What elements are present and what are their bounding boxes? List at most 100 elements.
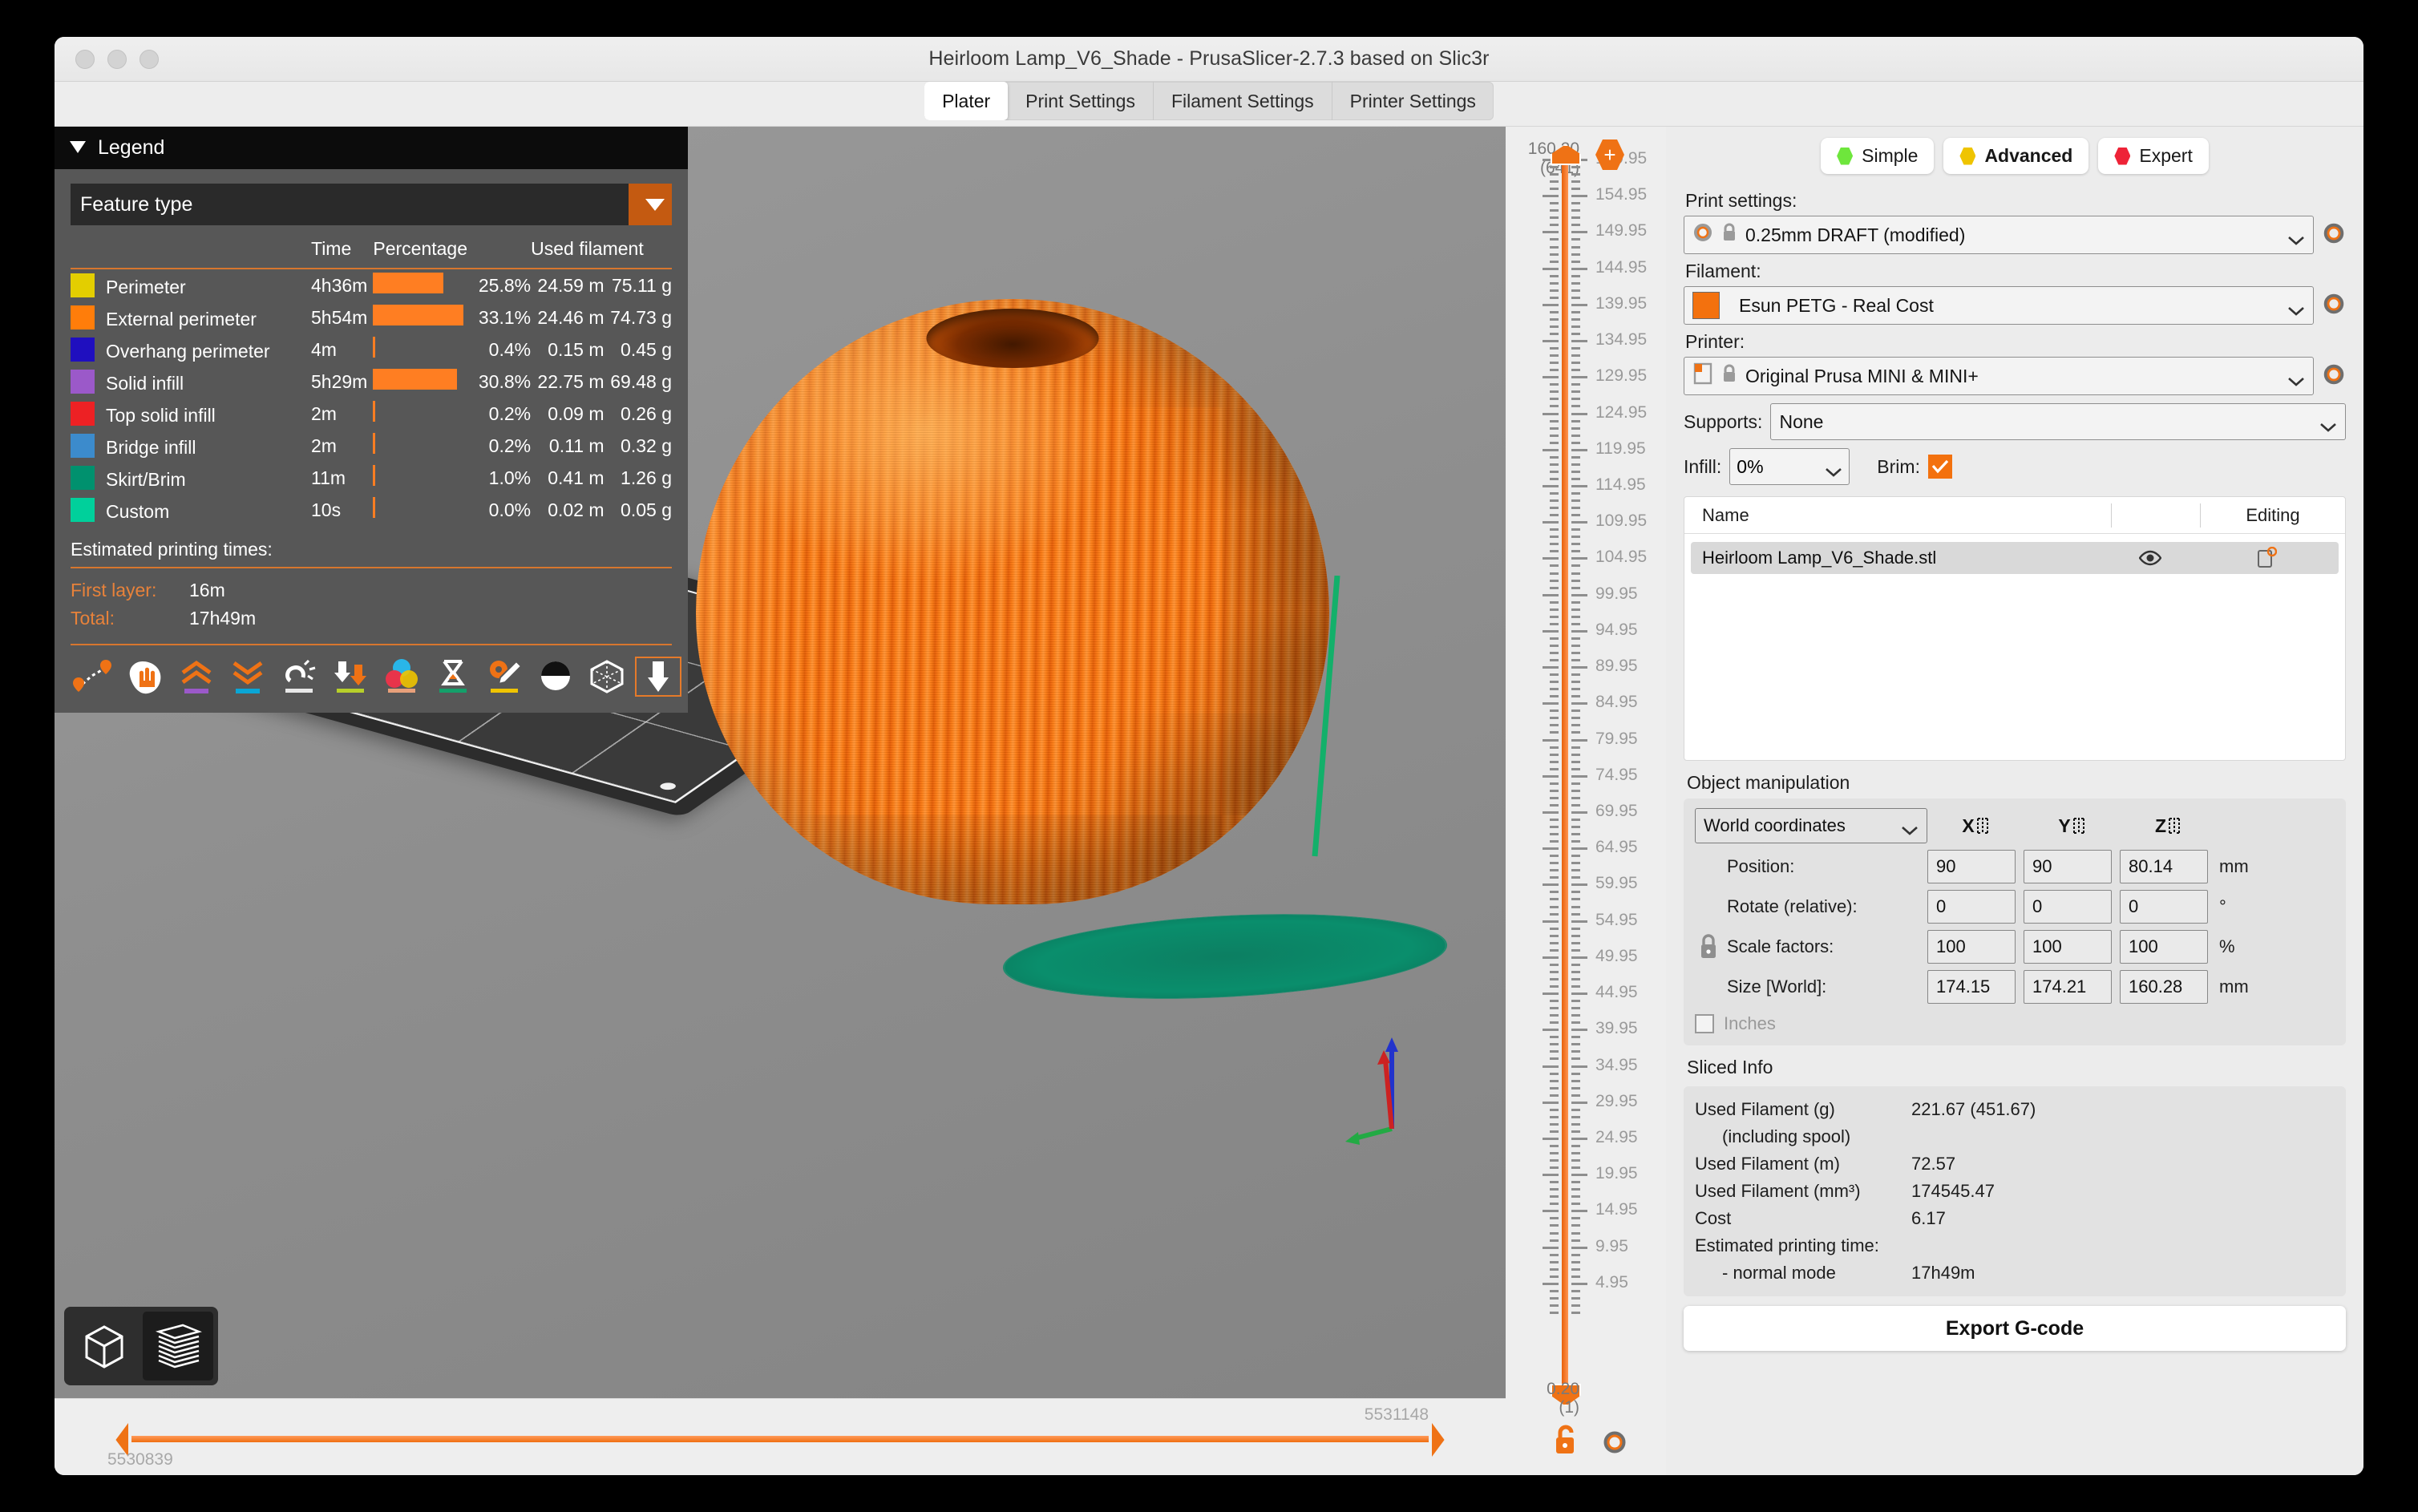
layer-tick: [1550, 637, 1559, 640]
first-layer-label: First layer:: [71, 580, 189, 601]
layer-tick: [1550, 833, 1559, 835]
export-gcode-button[interactable]: Export G-code: [1684, 1306, 2346, 1351]
inches-checkbox[interactable]: [1695, 1014, 1714, 1033]
retractions-icon[interactable]: [123, 658, 167, 695]
chevron-down-icon[interactable]: [1825, 461, 1842, 472]
layer-slider[interactable]: 160.20 (641) 159.95154.95149.95144.95139…: [1506, 127, 1666, 1475]
layer-tick: [1550, 819, 1559, 821]
layer-tick: [1543, 1102, 1559, 1104]
model-object[interactable]: [696, 299, 1329, 904]
layer-tick: [1550, 797, 1559, 799]
coordinate-system-select[interactable]: World coordinates: [1695, 808, 1927, 843]
field-x[interactable]: 100: [1927, 930, 2016, 964]
mode-advanced[interactable]: Advanced: [1943, 138, 2088, 174]
chevron-down-icon[interactable]: [2287, 370, 2305, 382]
filament-gear-icon[interactable]: [2322, 292, 2346, 320]
layer-tick: [1571, 1073, 1580, 1075]
layer-tick: [1571, 659, 1580, 661]
legend-feature-cell: Skirt/Brim: [71, 462, 311, 494]
legend-row[interactable]: Custom10s0.0%0.02 m0.05 g: [71, 494, 672, 526]
legend-row[interactable]: External perimeter5h54m33.1%24.46 m74.73…: [71, 301, 672, 334]
seams-up-icon[interactable]: [175, 658, 218, 695]
field-y[interactable]: 0: [2024, 890, 2112, 924]
tab-plater[interactable]: Plater: [924, 82, 1008, 120]
legend-row[interactable]: Skirt/Brim11m1.0%0.41 m1.26 g: [71, 462, 672, 494]
legend-feature-cell: Custom: [71, 494, 311, 526]
field-x[interactable]: 0: [1927, 890, 2016, 924]
scale-lock-icon[interactable]: [1695, 933, 1722, 960]
legend-nozzle-icon[interactable]: [637, 658, 680, 695]
layer-tick: [1571, 347, 1580, 350]
chevron-down-icon[interactable]: [629, 184, 672, 225]
layer-tick-label: 134.95: [1595, 330, 1647, 350]
layer-tick: [1550, 855, 1559, 857]
gear-icon[interactable]: [1602, 1429, 1628, 1459]
legend-row[interactable]: Overhang perimeter4m0.4%0.15 m0.45 g: [71, 334, 672, 366]
supports-combo[interactable]: None: [1770, 403, 2346, 440]
unlocked-icon[interactable]: [1552, 1423, 1579, 1459]
legend-row[interactable]: Solid infill5h29m30.8%22.75 m69.48 g: [71, 366, 672, 398]
legend-length: 0.09 m: [531, 398, 604, 430]
field-z[interactable]: 0: [2120, 890, 2208, 924]
move-slider[interactable]: 5531148 5530839: [55, 1398, 1506, 1475]
legend-row[interactable]: Bridge infill2m0.2%0.11 m0.32 g: [71, 430, 672, 462]
printer-gear-icon[interactable]: [2322, 362, 2346, 390]
field-y[interactable]: 100: [2024, 930, 2112, 964]
wipe-icon[interactable]: [277, 658, 321, 695]
chevron-down-icon[interactable]: [2287, 300, 2305, 311]
layer-tick-label: 99.95: [1595, 584, 1638, 604]
layer-tick: [1571, 840, 1580, 843]
mode-expert[interactable]: Expert: [2098, 138, 2208, 174]
legend-header[interactable]: Legend: [55, 127, 688, 169]
print-settings-gear-icon[interactable]: [2322, 221, 2346, 249]
table-row[interactable]: Heirloom Lamp_V6_Shade.stl: [1691, 542, 2339, 574]
brim-checkbox[interactable]: [1928, 455, 1952, 479]
tab-printer-settings[interactable]: Printer Settings: [1332, 82, 1494, 120]
eye-icon[interactable]: [2106, 550, 2194, 566]
shells-icon[interactable]: [534, 658, 577, 695]
field-z[interactable]: 160.28: [2120, 970, 2208, 1004]
filament-combo[interactable]: Esun PETG - Real Cost: [1684, 286, 2314, 325]
move-slider-track[interactable]: [131, 1436, 1429, 1442]
mode-simple[interactable]: Simple: [1821, 138, 1934, 174]
field-y[interactable]: 90: [2024, 850, 2112, 883]
chevron-down-icon[interactable]: [1901, 820, 1919, 831]
legend-row[interactable]: Perimeter4h36m25.8%24.59 m75.11 g: [71, 269, 672, 301]
chevron-down-icon[interactable]: [2319, 416, 2337, 427]
collapse-triangle-icon[interactable]: [69, 136, 87, 160]
pause-prints-icon[interactable]: [431, 658, 475, 695]
model-top-opening: [927, 309, 1099, 368]
view-type-select[interactable]: Feature type: [71, 184, 672, 225]
field-x[interactable]: 90: [1927, 850, 2016, 883]
layer-tick: [1543, 304, 1559, 306]
layer-tick: [1550, 1094, 1559, 1097]
layer-tick: [1550, 1304, 1559, 1307]
infill-combo[interactable]: 0%: [1729, 448, 1850, 485]
3d-viewport[interactable]: Legend Feature type: [55, 127, 1506, 1398]
move-slider-right-handle[interactable]: [1432, 1423, 1453, 1457]
chevron-down-icon[interactable]: [2287, 229, 2305, 241]
layer-tick: [1571, 195, 1587, 197]
field-x[interactable]: 174.15: [1927, 970, 2016, 1004]
sliced-info-value: 174545.47: [1911, 1181, 1995, 1202]
field-z[interactable]: 80.14: [2120, 850, 2208, 883]
editor-view-button[interactable]: [69, 1312, 140, 1381]
field-y[interactable]: 174.21: [2024, 970, 2112, 1004]
tab-filament-settings[interactable]: Filament Settings: [1154, 82, 1332, 120]
tool-changes-icon[interactable]: [329, 658, 372, 695]
print-settings-combo[interactable]: 0.25mm DRAFT (modified): [1684, 216, 2314, 254]
tool-marker-icon[interactable]: [585, 658, 629, 695]
deretractions-icon[interactable]: [226, 658, 269, 695]
edit-icon[interactable]: [2194, 547, 2339, 569]
legend-row[interactable]: Top solid infill2m0.2%0.09 m0.26 g: [71, 398, 672, 430]
preview-view-button[interactable]: [143, 1312, 213, 1381]
custom-gcodes-icon[interactable]: [483, 658, 526, 695]
travel-icon[interactable]: [72, 658, 115, 695]
field-z[interactable]: 100: [2120, 930, 2208, 964]
tab-print-settings[interactable]: Print Settings: [1008, 82, 1154, 120]
layer-slider-track[interactable]: [1562, 159, 1568, 1389]
printer-combo[interactable]: Original Prusa MINI & MINI+: [1684, 357, 2314, 395]
layer-tick: [1550, 405, 1559, 407]
color-changes-icon[interactable]: [380, 658, 423, 695]
layer-tick: [1550, 913, 1559, 916]
